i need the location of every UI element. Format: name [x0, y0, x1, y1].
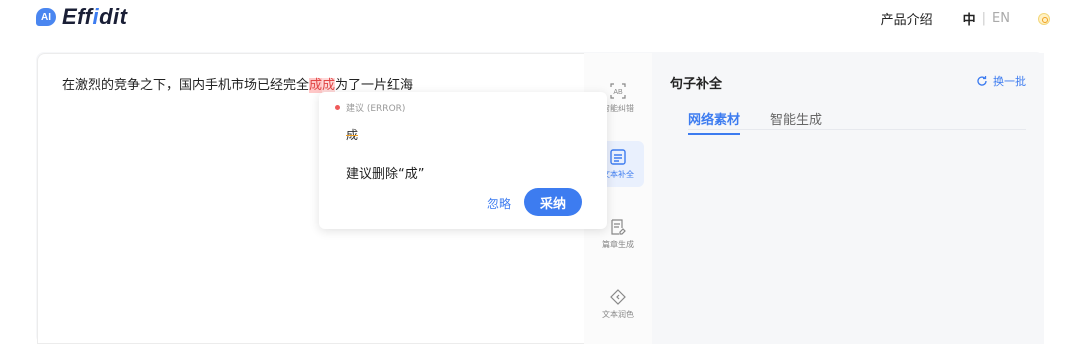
error-highlight[interactable]: 成 — [309, 78, 323, 93]
tab-web-material[interactable]: 网络素材 — [688, 109, 741, 135]
lang-separator: | — [981, 11, 987, 26]
logo-text-part: Eff — [62, 4, 93, 29]
tabs-divider — [688, 129, 1026, 130]
error-highlight[interactable]: 成 — [322, 78, 336, 93]
refresh-label: 换一批 — [993, 75, 1026, 88]
tool-label: 文本润色 — [602, 310, 634, 319]
theme-toggle-icon[interactable] — [1038, 12, 1050, 25]
polish-icon — [610, 289, 626, 305]
top-header: AI Effidit 产品介绍 中 | EN — [0, 0, 1080, 36]
editor-text-segment: 在激烈的竞争之下，国内手机市场已经完全 — [62, 78, 310, 93]
tool-label: 篇章生成 — [602, 240, 634, 249]
panel-tabs: 网络素材 智能生成 — [688, 109, 852, 135]
panel-title: 句子补全 — [670, 77, 723, 92]
accept-button[interactable]: 采纳 — [524, 188, 582, 216]
suggestion-type: 建议 (ERROR) — [335, 101, 405, 114]
document-complete-icon — [610, 149, 626, 165]
editor-text-segment: 为了一片红海 — [335, 78, 414, 93]
editor-content[interactable]: 在激烈的竞争之下，国内手机市场已经完全成成为了一片红海 — [62, 74, 413, 93]
suggestion-type-label: 建议 (ERROR) — [346, 104, 406, 114]
tab-smart-generation[interactable]: 智能生成 — [770, 109, 822, 135]
ignore-button[interactable]: 忽略 — [487, 195, 511, 212]
lang-en-option[interactable]: EN — [992, 11, 1010, 26]
refresh-icon — [977, 76, 987, 86]
suggestion-message: 建议删除“成” — [346, 167, 425, 182]
ab-check-icon: AB — [610, 83, 626, 99]
lang-cn-option[interactable]: 中 — [963, 9, 976, 28]
sentence-completion-panel: 句子补全 换一批 网络素材 智能生成 — [652, 53, 1044, 344]
suggestion-popup: 建议 (ERROR) 成 建议删除“成” 忽略 采纳 — [319, 92, 607, 229]
refresh-button[interactable]: 换一批 — [976, 73, 1026, 89]
svg-text:AB: AB — [613, 89, 623, 96]
error-dot-icon — [335, 105, 340, 110]
logo-text-part: dit — [99, 4, 128, 29]
tool-text-polish[interactable]: 文本润色 — [592, 281, 644, 327]
logo-badge-icon: AI — [36, 8, 56, 26]
suggestion-word: 成 — [346, 128, 359, 142]
article-generate-icon — [611, 219, 626, 235]
top-nav: 产品介绍 中 | EN — [881, 9, 1050, 28]
logo[interactable]: AI Effidit — [36, 4, 127, 30]
logo-text: Effidit — [62, 4, 127, 30]
product-intro-link[interactable]: 产品介绍 — [881, 9, 933, 28]
